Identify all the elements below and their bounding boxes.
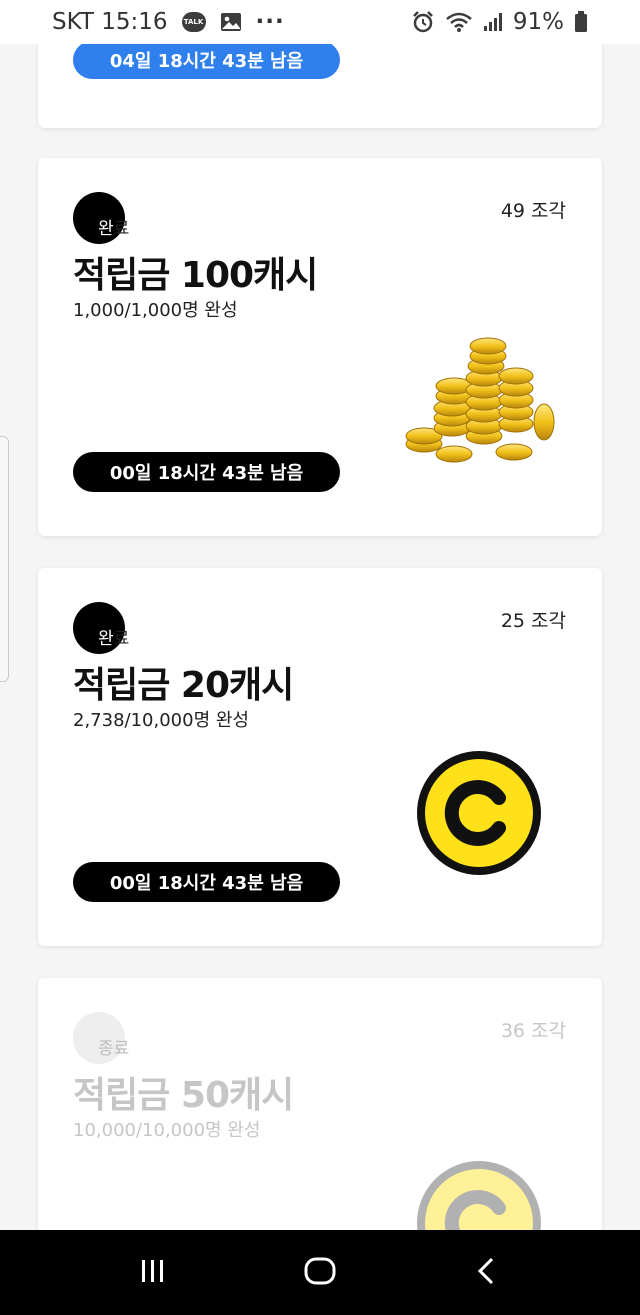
reward-card[interactable]: 49 조각 완료 적립금 100캐시 1,000/1,000명 완성 00일 1…	[38, 158, 602, 536]
home-button[interactable]	[303, 1254, 337, 1292]
status-badge: 완료	[73, 602, 153, 654]
reward-title: 적립금 100캐시	[73, 255, 318, 296]
badge-char-2: 료	[113, 1039, 130, 1059]
status-bar: SKT 15:16 TALK ··· 91%	[0, 0, 640, 44]
back-icon	[478, 1257, 494, 1284]
edge-panel-handle[interactable]	[0, 436, 9, 682]
badge-char-2: 료	[113, 219, 130, 239]
kakaotalk-icon-text: TALK	[181, 12, 206, 32]
battery-percent: 91%	[512, 9, 564, 35]
reward-card[interactable]: 36 조각 종료 적립금 50캐시 10,000/10,000명 완성	[38, 978, 602, 1230]
badge-char-1: 완	[98, 629, 114, 649]
kakaotalk-icon: TALK	[181, 12, 206, 32]
system-nav-bar	[0, 1230, 640, 1315]
c-coin-icon	[416, 1160, 542, 1230]
gold-coins-image	[402, 332, 562, 472]
countdown-timer: 04일 18시간 43분 남음	[73, 44, 340, 79]
countdown-timer: 00일 18시간 43분 남음	[73, 452, 340, 492]
participant-progress: 2,738/10,000명 완성	[73, 710, 249, 731]
reward-card[interactable]: 25 조각 완료 적립금 20캐시 2,738/10,000명 완성 00일 1…	[38, 568, 602, 946]
home-icon	[304, 1257, 336, 1284]
participant-progress: 10,000/10,000명 완성	[73, 1120, 261, 1141]
countdown-timer: 00일 18시간 43분 남음	[73, 862, 340, 902]
gallery-icon	[220, 12, 242, 32]
carrier-time: SKT 15:16	[52, 9, 168, 35]
pieces-count: 49 조각	[500, 200, 566, 222]
badge-text: 완료	[98, 624, 129, 649]
badge-char-1: 완	[98, 219, 114, 239]
badge-text: 종료	[98, 1034, 129, 1059]
alarm-icon	[411, 10, 435, 34]
badge-text: 완료	[98, 214, 129, 239]
pieces-count: 25 조각	[500, 610, 566, 632]
badge-char-2: 료	[113, 629, 130, 649]
card-list: 04일 18시간 43분 남음 49 조각 완료 적립금 100캐시 1,000…	[0, 44, 640, 1230]
wifi-icon	[445, 11, 473, 33]
status-badge: 완료	[73, 192, 153, 244]
reward-card[interactable]: 04일 18시간 43분 남음	[38, 44, 602, 128]
signal-icon	[483, 12, 503, 32]
reward-title: 적립금 20캐시	[73, 665, 294, 706]
participant-progress: 1,000/1,000명 완성	[73, 300, 238, 321]
recent-apps-button[interactable]	[138, 1256, 168, 1290]
back-button[interactable]	[472, 1256, 502, 1290]
badge-char-1: 종	[98, 1039, 114, 1059]
more-notifications-icon: ···	[255, 9, 285, 35]
pieces-count: 36 조각	[500, 1020, 566, 1042]
reward-title: 적립금 50캐시	[73, 1075, 294, 1116]
battery-icon	[574, 11, 588, 33]
status-badge: 종료	[73, 1012, 153, 1064]
c-coin-icon	[416, 750, 542, 876]
recent-apps-icon	[141, 1259, 163, 1282]
